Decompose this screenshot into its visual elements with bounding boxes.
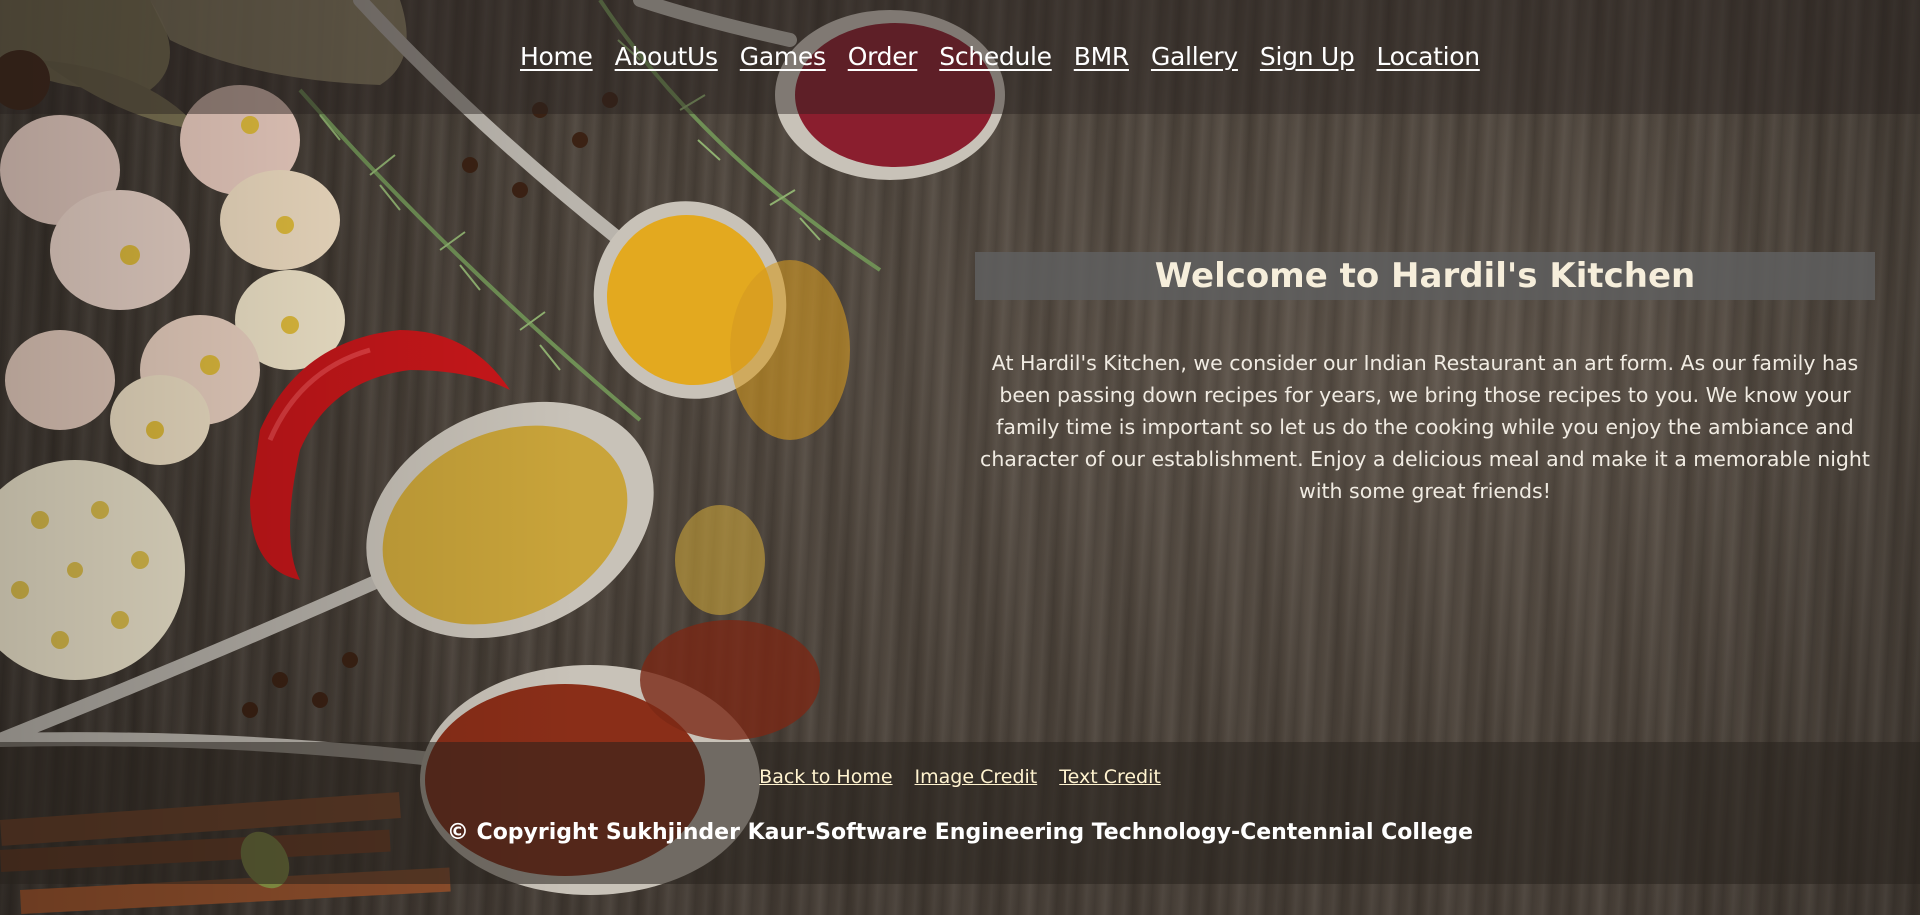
nav-link-signup[interactable]: Sign Up	[1260, 42, 1355, 71]
nav-link-schedule[interactable]: Schedule	[939, 42, 1052, 71]
welcome-banner: Welcome to Hardil's Kitchen	[975, 252, 1875, 300]
footer-link-image-credit[interactable]: Image Credit	[915, 766, 1038, 788]
footer	[0, 742, 1920, 884]
nav-link-bmr[interactable]: BMR	[1074, 42, 1130, 71]
nav-link-location[interactable]: Location	[1376, 42, 1480, 71]
footer-links: Back to Home Image Credit Text Credit	[0, 766, 1920, 788]
nav-link-home[interactable]: Home	[520, 42, 593, 71]
nav-link-games[interactable]: Games	[740, 42, 826, 71]
copyright-text: © Copyright Sukhjinder Kaur-Software Eng…	[446, 820, 1474, 845]
nav-link-aboutus[interactable]: AboutUs	[615, 42, 718, 71]
main-nav: Home AboutUs Games Order Schedule BMR Ga…	[520, 42, 1480, 71]
footer-link-back-to-home[interactable]: Back to Home	[759, 766, 892, 788]
nav-link-gallery[interactable]: Gallery	[1151, 42, 1238, 71]
page-title: Welcome to Hardil's Kitchen	[1154, 256, 1696, 296]
nav-link-order[interactable]: Order	[848, 42, 918, 71]
intro-paragraph: At Hardil's Kitchen, we consider our Ind…	[980, 351, 1870, 503]
footer-link-text-credit[interactable]: Text Credit	[1059, 766, 1161, 788]
